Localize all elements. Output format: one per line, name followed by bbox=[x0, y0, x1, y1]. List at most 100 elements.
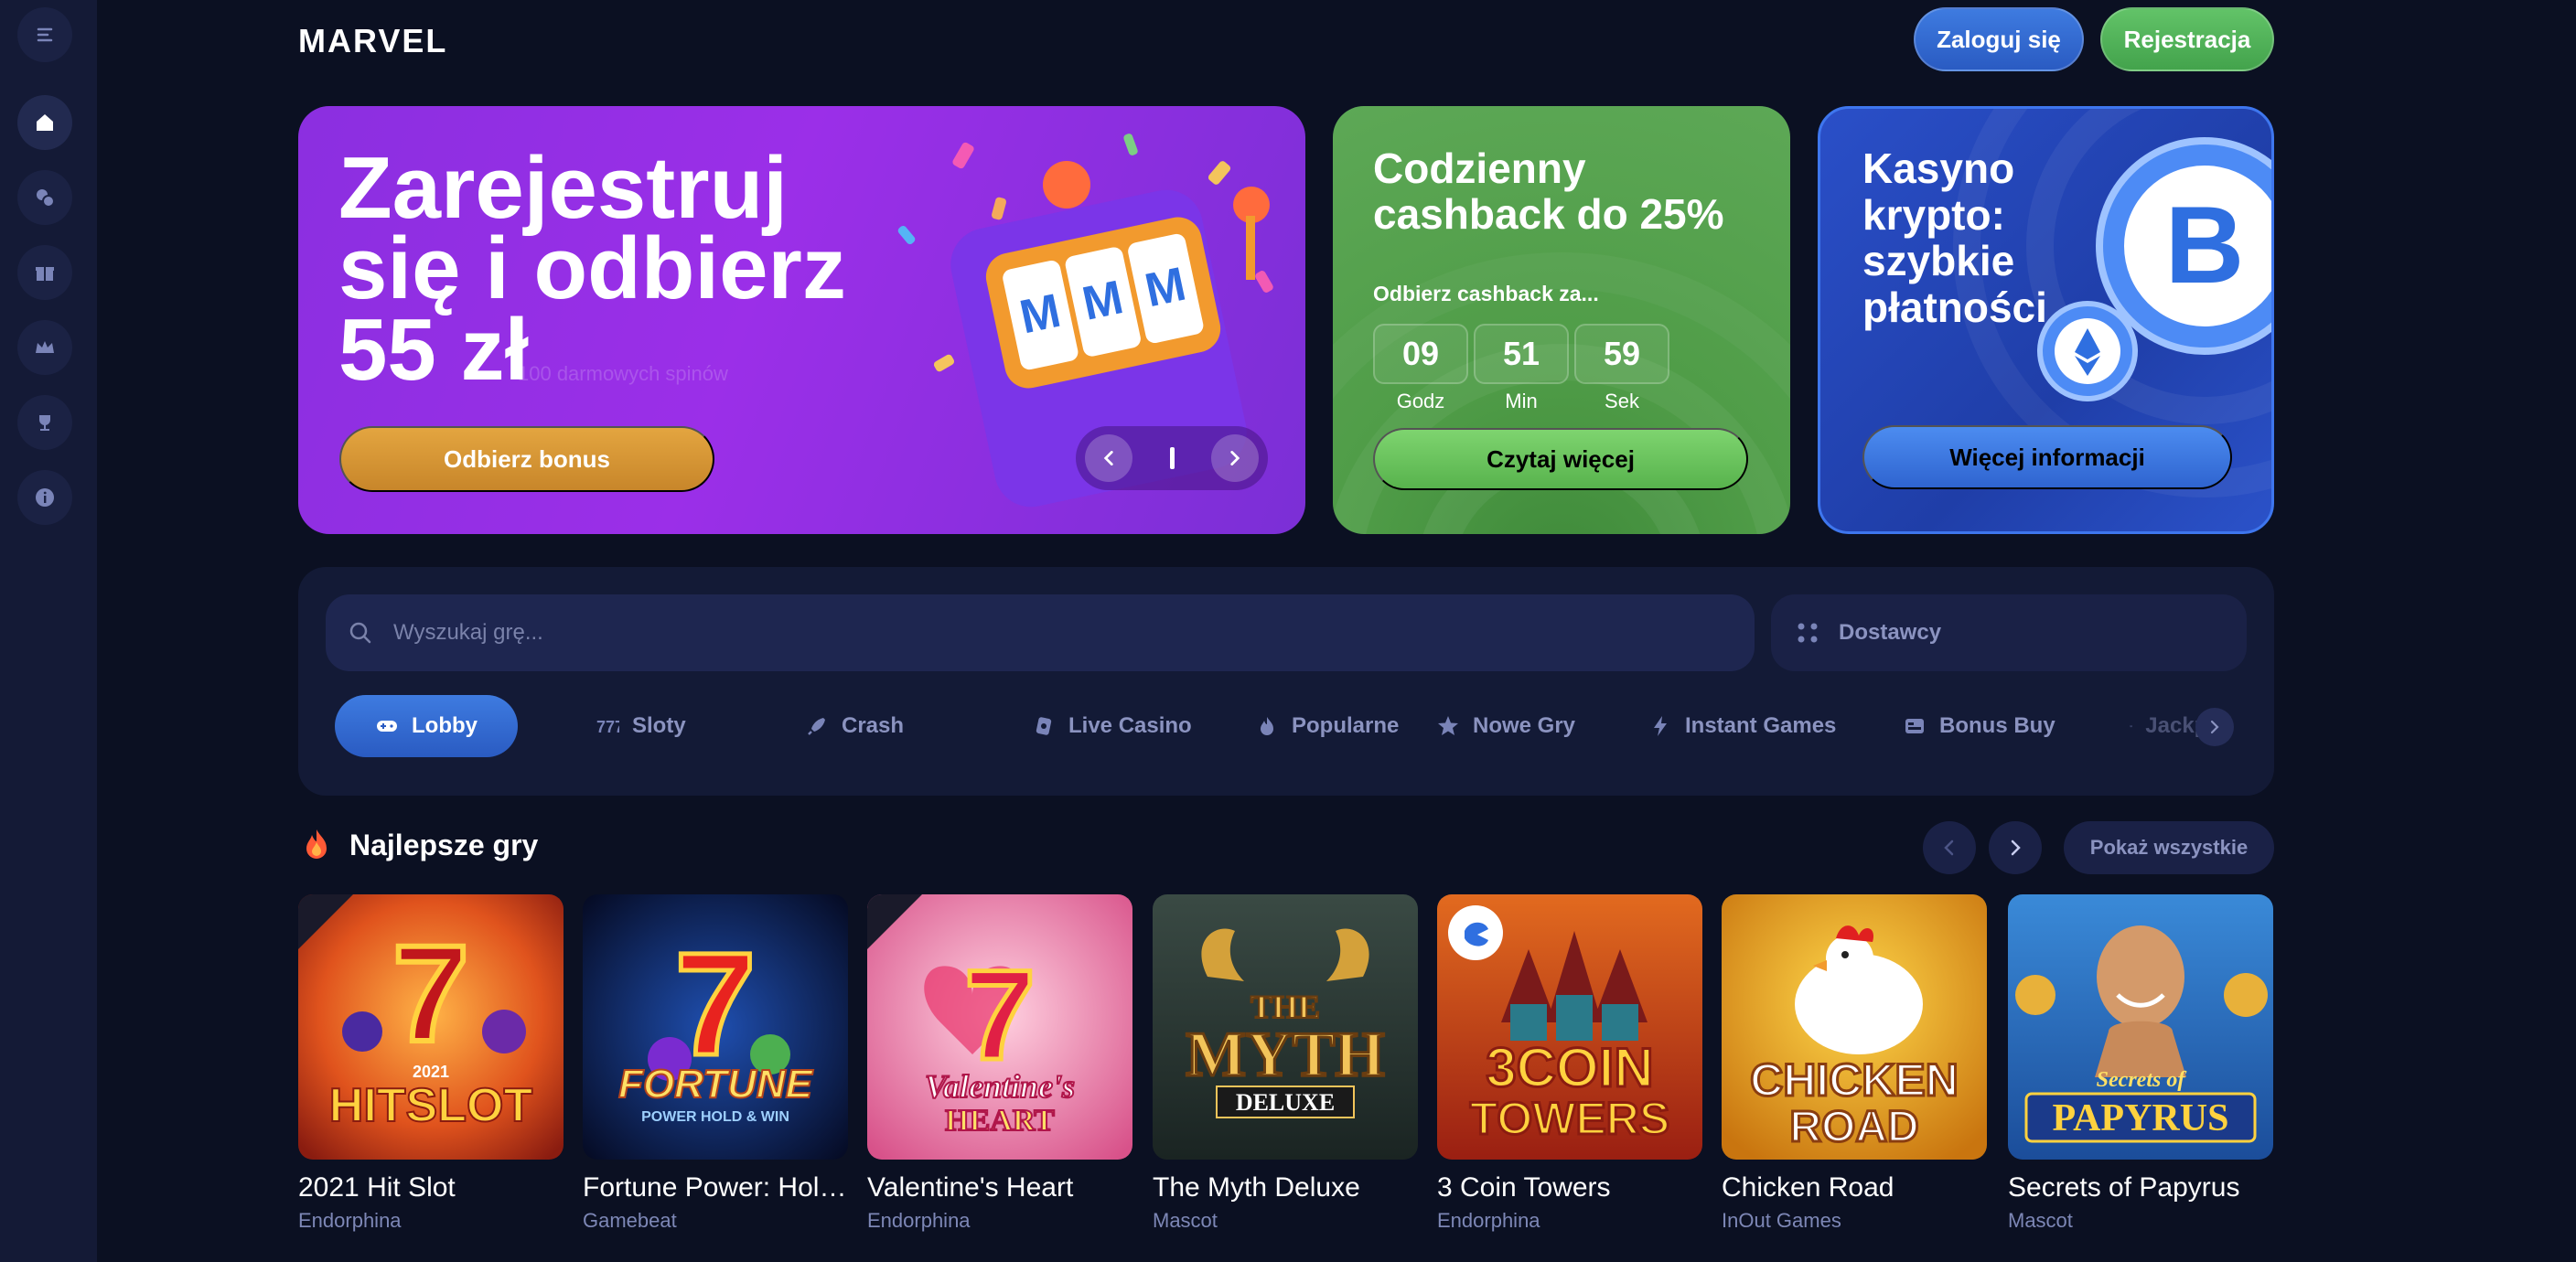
slot-icon: 777 bbox=[596, 718, 619, 736]
timer-seconds: 59 Sek bbox=[1574, 324, 1669, 413]
crown-icon[interactable] bbox=[17, 320, 72, 375]
games-next-button[interactable] bbox=[1989, 821, 2042, 874]
game-card[interactable]: 7 2021 HITSLOT 2021 Hit Slot Endorphina bbox=[298, 894, 564, 1233]
game-card[interactable]: CHICKEN ROAD Chicken Road InOut Games bbox=[1722, 894, 1987, 1233]
carousel-indicator[interactable] bbox=[1169, 447, 1175, 469]
svg-text:2021: 2021 bbox=[413, 1063, 449, 1081]
category-tabs: Lobby 777 Sloty Crash Live Casino Popula… bbox=[335, 690, 2247, 763]
games-filter-panel: Dostawcy Lobby 777 Sloty Crash Live Casi… bbox=[298, 567, 2274, 796]
timer-seconds-label: Sek bbox=[1605, 390, 1639, 412]
timer-seconds-value: 59 bbox=[1574, 324, 1669, 384]
game-name[interactable]: Secrets of Papyrus bbox=[2008, 1172, 2273, 1203]
svg-text:POWER HOLD & WIN: POWER HOLD & WIN bbox=[641, 1109, 789, 1125]
crypto-title: Kasyno krypto: szybkie płatności bbox=[1862, 144, 2047, 331]
game-thumbnail[interactable]: 7 2021 HITSLOT bbox=[298, 894, 564, 1160]
banner-title: Zarejestruj się i odbierz 55 zł bbox=[338, 139, 846, 399]
game-thumbnail[interactable]: CHICKEN ROAD bbox=[1722, 894, 1987, 1160]
home-icon[interactable] bbox=[17, 95, 72, 150]
valentines-heart-artwork: 7 Valentine's HEART bbox=[867, 894, 1132, 1160]
trophy-icon[interactable] bbox=[17, 395, 72, 450]
game-name[interactable]: 3 Coin Towers bbox=[1437, 1172, 1702, 1203]
game-name[interactable]: The Myth Deluxe bbox=[1153, 1172, 1418, 1203]
game-thumbnail[interactable]: Secrets of PAPYRUS bbox=[2008, 894, 2273, 1160]
tab-instant-games[interactable]: Instant Games bbox=[1648, 695, 1836, 757]
svg-text:HITSLOT: HITSLOT bbox=[329, 1079, 533, 1132]
search-bar[interactable] bbox=[326, 594, 1755, 671]
providers-button[interactable]: Dostawcy bbox=[1771, 594, 2247, 671]
game-name[interactable]: Chicken Road bbox=[1722, 1172, 1987, 1203]
cashback-title: Codzienny cashback do 25% bbox=[1373, 144, 1724, 238]
show-all-button[interactable]: Pokaż wszystkie bbox=[2064, 821, 2274, 874]
game-name[interactable]: Valentine's Heart bbox=[867, 1172, 1132, 1203]
svg-text:CHICKEN: CHICKEN bbox=[1750, 1054, 1959, 1106]
svg-text:DELUXE: DELUXE bbox=[1236, 1089, 1335, 1116]
top-games-header: Najlepsze gry bbox=[298, 827, 538, 863]
game-provider: Endorphina bbox=[298, 1209, 402, 1232]
svg-text:3COIN: 3COIN bbox=[1486, 1037, 1653, 1098]
tabs-scroll-next-button[interactable] bbox=[2195, 708, 2234, 746]
banner-subtitle: 100 darmowych spinów bbox=[518, 362, 728, 385]
carousel-prev-button[interactable] bbox=[1085, 434, 1132, 482]
tab-slots[interactable]: 777 Sloty bbox=[596, 695, 686, 757]
svg-text:7: 7 bbox=[964, 943, 1036, 1086]
game-thumbnail[interactable]: 7 FORTUNE POWER HOLD & WIN bbox=[583, 894, 848, 1160]
game-provider: Mascot bbox=[2008, 1209, 2073, 1232]
svg-text:HEART: HEART bbox=[945, 1104, 1055, 1138]
game-thumbnail[interactable]: 3COIN TOWERS bbox=[1437, 894, 1702, 1160]
gift-icon[interactable] bbox=[17, 245, 72, 300]
svg-text:777: 777 bbox=[596, 718, 619, 736]
carousel-next-button[interactable] bbox=[1211, 434, 1259, 482]
menu-icon[interactable] bbox=[17, 7, 72, 62]
chevron-right-icon bbox=[2011, 840, 2021, 856]
marvel-logo[interactable]: MARVEL bbox=[298, 24, 463, 57]
tab-label: Sloty bbox=[632, 713, 686, 738]
svg-text:Valentine's: Valentine's bbox=[925, 1068, 1075, 1105]
tab-lobby[interactable]: Lobby bbox=[335, 695, 518, 757]
game-card[interactable]: 3COIN TOWERS 3 Coin Towers Endorphina bbox=[1437, 894, 1702, 1233]
search-input[interactable] bbox=[393, 620, 1674, 646]
cashback-banner[interactable]: Codzienny cashback do 25% Odbierz cashba… bbox=[1333, 106, 1790, 534]
svg-text:PAPYRUS: PAPYRUS bbox=[2053, 1097, 2229, 1139]
tab-popular[interactable]: Popularne bbox=[1255, 695, 1399, 757]
tab-new-games[interactable]: Nowe Gry bbox=[1436, 695, 1575, 757]
svg-text:FORTUNE: FORTUNE bbox=[618, 1062, 814, 1107]
tab-live-casino[interactable]: Live Casino bbox=[1032, 695, 1192, 757]
sidebar bbox=[0, 0, 97, 1262]
providers-label: Dostawcy bbox=[1839, 620, 1942, 645]
game-provider: Gamebeat bbox=[583, 1209, 677, 1232]
register-button[interactable]: Rejestracja bbox=[2100, 7, 2274, 71]
info-icon[interactable] bbox=[17, 470, 72, 525]
svg-text:Secrets of: Secrets of bbox=[2097, 1068, 2187, 1092]
tab-bonus-buy[interactable]: Bonus Buy bbox=[1903, 695, 2055, 757]
tab-label: Instant Games bbox=[1685, 713, 1837, 738]
games-prev-button[interactable] bbox=[1923, 821, 1976, 874]
game-card[interactable]: Secrets of PAPYRUS Secrets of Papyrus Ma… bbox=[2008, 894, 2273, 1233]
hit-slot-artwork: 7 2021 HITSLOT bbox=[298, 894, 564, 1160]
banner-carousel-controls bbox=[1076, 426, 1268, 490]
claim-bonus-button[interactable]: Odbierz bonus bbox=[339, 426, 714, 492]
read-more-button[interactable]: Czytaj więcej bbox=[1373, 428, 1748, 490]
game-name[interactable]: Fortune Power: Hold & Win bbox=[583, 1172, 848, 1203]
more-info-button[interactable]: Więcej informacji bbox=[1862, 425, 2232, 489]
login-button[interactable]: Zaloguj się bbox=[1914, 7, 2084, 71]
game-card[interactable]: 7 Valentine's HEART Valentine's Heart En… bbox=[867, 894, 1132, 1233]
game-card[interactable]: 7 FORTUNE POWER HOLD & WIN Fortune Power… bbox=[583, 894, 848, 1233]
star-icon bbox=[1438, 716, 1458, 735]
tab-crash[interactable]: Crash bbox=[805, 695, 904, 757]
svg-text:TOWERS: TOWERS bbox=[1470, 1093, 1670, 1144]
lightning-icon bbox=[1654, 716, 1667, 736]
game-thumbnail[interactable]: THE MYTH DELUXE bbox=[1153, 894, 1418, 1160]
game-card[interactable]: THE MYTH DELUXE The Myth Deluxe Mascot bbox=[1153, 894, 1418, 1233]
game-name[interactable]: 2021 Hit Slot bbox=[298, 1172, 564, 1203]
chicken-road-artwork: CHICKEN ROAD bbox=[1722, 894, 1987, 1160]
rocket-icon bbox=[808, 718, 825, 735]
promo-banner-register[interactable]: M M M Zarejestruj się i odbierz 55 zł 10… bbox=[298, 106, 1305, 534]
timer-hours: 09 Godz bbox=[1373, 324, 1468, 413]
timer-hours-value: 09 bbox=[1373, 324, 1468, 384]
chevron-right-icon bbox=[1230, 451, 1240, 465]
chips-icon[interactable] bbox=[17, 170, 72, 225]
game-thumbnail[interactable]: 7 Valentine's HEART bbox=[867, 894, 1132, 1160]
timer-hours-label: Godz bbox=[1396, 390, 1445, 412]
crypto-banner[interactable]: B Kasyno krypto: szybkie płatności Więce… bbox=[1818, 106, 2274, 534]
svg-text:MARVEL: MARVEL bbox=[298, 24, 447, 57]
